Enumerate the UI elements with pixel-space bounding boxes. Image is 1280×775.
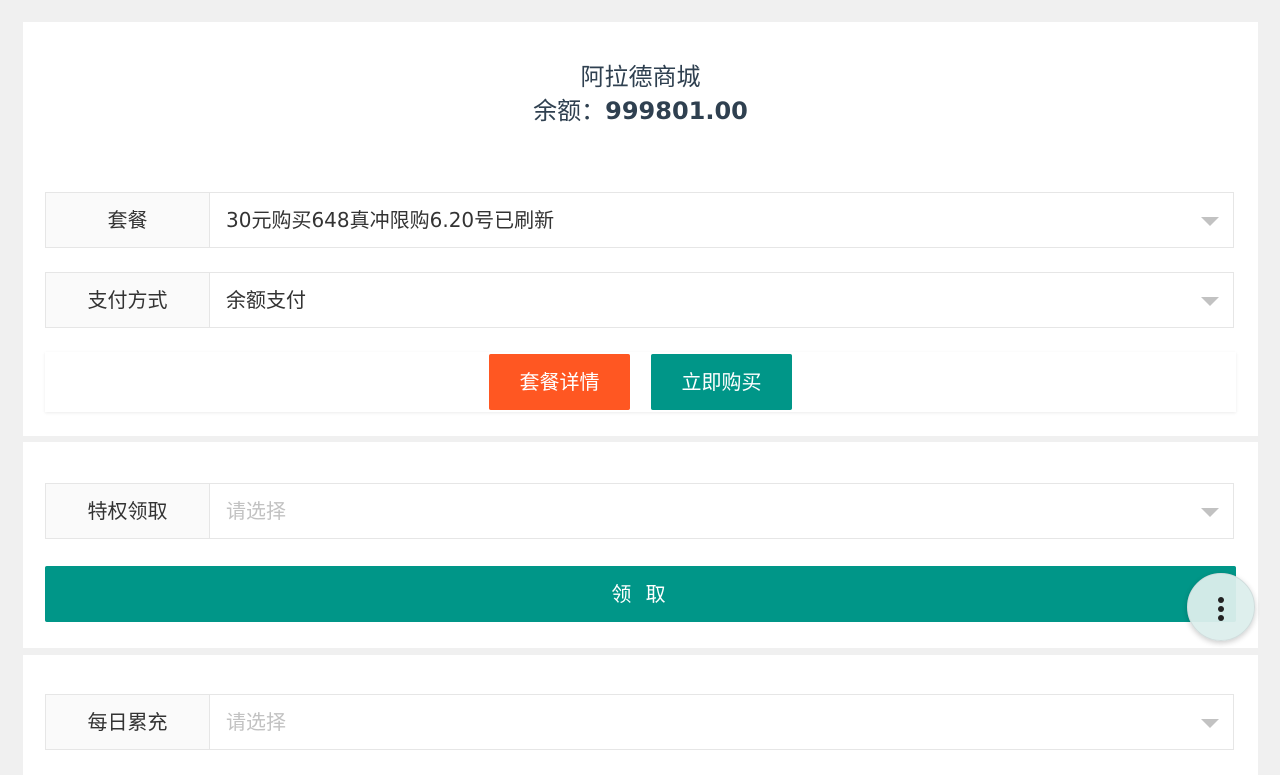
balance-line: 余额：999801.00	[23, 94, 1258, 128]
daily-recharge-select[interactable]: 每日累充 请选择	[45, 694, 1234, 750]
package-select[interactable]: 套餐 30元购买648真冲限购6.20号已刷新	[45, 192, 1234, 248]
chevron-down-icon	[1201, 297, 1219, 306]
payment-method-select[interactable]: 支付方式 余额支付	[45, 272, 1234, 328]
payment-value: 余额支付	[226, 288, 306, 312]
daily-recharge-placeholder: 请选择	[226, 710, 286, 734]
package-value: 30元购买648真冲限购6.20号已刷新	[226, 208, 555, 232]
buy-now-button[interactable]: 立即购买	[651, 354, 792, 410]
purchase-card: 阿拉德商城 余额：999801.00 套餐 30元购买648真冲限购6.20号已…	[23, 22, 1258, 436]
privilege-label: 特权领取	[46, 484, 210, 538]
floating-menu-button[interactable]	[1187, 573, 1255, 641]
payment-label: 支付方式	[46, 273, 210, 327]
privilege-select[interactable]: 特权领取 请选择	[45, 483, 1234, 539]
chevron-down-icon	[1201, 719, 1219, 728]
privilege-placeholder: 请选择	[226, 499, 286, 523]
chevron-down-icon	[1201, 217, 1219, 226]
daily-recharge-card: 每日累充 请选择	[23, 655, 1258, 775]
balance-label: 余额：	[533, 97, 606, 125]
daily-recharge-label: 每日累充	[46, 695, 210, 749]
shop-header: 阿拉德商城 余额：999801.00	[23, 60, 1258, 128]
balance-value: 999801.00	[605, 97, 748, 125]
privilege-card: 特权领取 请选择 领 取	[23, 442, 1258, 648]
action-button-row: 套餐详情 立即购买	[45, 352, 1236, 412]
package-details-button[interactable]: 套餐详情	[489, 354, 630, 410]
shop-title: 阿拉德商城	[580, 63, 701, 91]
package-label: 套餐	[46, 193, 210, 247]
chevron-down-icon	[1201, 508, 1219, 517]
claim-button[interactable]: 领 取	[45, 566, 1236, 622]
